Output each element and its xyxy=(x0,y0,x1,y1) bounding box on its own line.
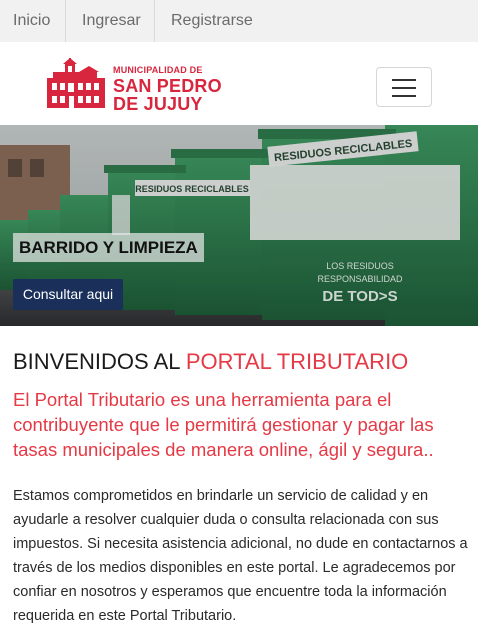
page-title-prefix: BINVENIDOS AL xyxy=(13,349,186,374)
nav-link-ingresar[interactable]: Ingresar xyxy=(66,0,155,42)
page-title: BINVENIDOS AL PORTAL TRIBUTARIO xyxy=(13,349,408,375)
nav-link-inicio[interactable]: Inicio xyxy=(0,0,66,42)
menu-toggle-button[interactable] xyxy=(376,67,432,107)
hamburger-icon xyxy=(392,79,416,81)
top-nav: Inicio Ingresar Registrarse xyxy=(0,0,478,42)
site-header: MUNICIPALIDAD DE SAN PEDRO DE JUJUY xyxy=(0,42,478,125)
logo-line-2: SAN PEDRO xyxy=(113,76,222,96)
consultar-button[interactable]: Consultar aqui xyxy=(13,279,123,310)
logo-line-3: DE JUJUY xyxy=(113,94,203,114)
page-title-highlight: PORTAL TRIBUTARIO xyxy=(185,349,409,374)
body-paragraph: Estamos comprometidos en brindarle un se… xyxy=(13,488,468,624)
church-emblem-icon xyxy=(47,58,105,108)
municipality-logo[interactable]: MUNICIPALIDAD DE SAN PEDRO DE JUJUY xyxy=(45,58,230,114)
lead-paragraph: El Portal Tributario es una herramienta … xyxy=(13,389,434,460)
logo-line-1: MUNICIPALIDAD DE xyxy=(113,65,203,75)
hero-title: BARRIDO Y LIMPIEZA xyxy=(13,233,204,262)
nav-link-registrarse[interactable]: Registrarse xyxy=(155,0,275,42)
logo-text: MUNICIPALIDAD DE SAN PEDRO DE JUJUY xyxy=(113,65,222,114)
